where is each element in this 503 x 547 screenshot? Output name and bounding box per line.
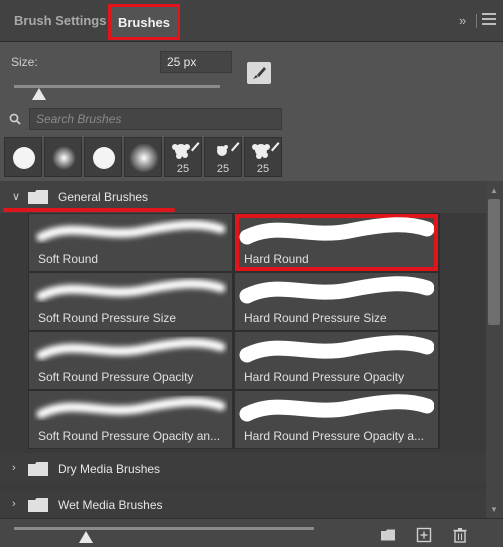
brush-stroke-preview [239,276,434,304]
tab-brush-settings[interactable]: Brush Settings [14,0,106,42]
recent-brush-preset[interactable] [84,137,122,177]
size-label: Size: [11,55,38,69]
brush-stroke-preview [239,335,434,363]
brush-tip-icon [13,147,35,169]
brush-stroke-preview [36,220,226,242]
preview-size-slider-track[interactable] [14,527,314,530]
folder-icon [28,498,48,512]
brush-tip-icon [93,147,115,169]
brush-preset-label: Hard Round Pressure Size [244,311,387,325]
size-slider-thumb[interactable] [31,88,46,100]
brush-preset-cell[interactable]: Hard Round Pressure Opacity [235,332,438,389]
panel-tab-bar: Brush Settings Brushes » [0,0,503,42]
brush-preset-label: Hard Round [244,252,309,266]
tab-brushes[interactable]: Brushes [108,4,180,40]
search-input[interactable]: Search Brushes [29,108,282,130]
brush-edit-button[interactable] [247,62,271,84]
panel-bottom-bar [0,518,503,547]
scroll-up-arrow-icon[interactable]: ▲ [490,186,498,195]
brush-size-label: 25 [256,163,270,175]
brush-preset-label: Soft Round [38,252,99,266]
brush-grid: Soft Round Hard Round Soft Round Pressure … [28,213,440,449]
brush-stroke-preview [36,397,226,419]
brush-preset-label: Soft Round Pressure Opacity an... [38,429,221,443]
recent-brush-preset[interactable]: 25 [244,137,282,177]
brush-preset-cell[interactable]: Hard Round [235,214,438,271]
group-row-dry-media-brushes[interactable]: › Dry Media Brushes [0,453,486,485]
brush-preset-label: Hard Round Pressure Opacity [244,370,405,384]
brush-preset-cell[interactable]: Soft Round [29,214,232,271]
scroll-down-arrow-icon[interactable]: ▼ [490,505,498,514]
group-label: General Brushes [58,190,149,204]
group-label: Dry Media Brushes [58,462,161,476]
recent-brush-preset[interactable] [4,137,42,177]
recent-brush-preset[interactable]: 25 [164,137,202,177]
brush-preset-label: Hard Round Pressure Opacity a... [244,429,425,443]
brush-preset-cell[interactable]: Soft Round Pressure Opacity an... [29,391,232,448]
search-icon [9,113,21,125]
recent-brush-preset[interactable] [124,137,162,177]
tab-separator [476,14,477,28]
chevron-right-icon[interactable]: › [12,462,16,474]
scrollbar-thumb[interactable] [488,199,500,325]
recent-brush-preset[interactable] [44,137,82,177]
group-row-general-brushes[interactable]: ∨ General Brushes [0,181,486,213]
brush-edit-icon [253,67,266,79]
brush-list: ∨ General Brushes Soft Round Hard Round So… [0,181,486,518]
brush-stroke-preview [36,338,226,360]
new-group-folder-icon[interactable] [380,527,396,543]
brush-tip-icon [129,143,159,173]
delete-trash-icon[interactable] [452,527,468,543]
brush-size-label: 25 [216,163,230,175]
highlight-underline [3,208,175,212]
collapse-panel-icon[interactable]: » [459,13,466,28]
brush-preset-cell[interactable]: Soft Round Pressure Size [29,273,232,330]
brush-preset-cell[interactable]: Soft Round Pressure Opacity [29,332,232,389]
brush-preset-label: Soft Round Pressure Size [38,311,177,325]
group-row-wet-media-brushes[interactable]: › Wet Media Brushes [0,489,486,518]
preview-size-slider-thumb[interactable] [79,531,93,543]
brush-preset-cell[interactable]: Hard Round Pressure Size [235,273,438,330]
folder-icon [28,190,48,204]
brush-stroke-preview [239,217,434,245]
brush-stroke-preview [239,394,434,422]
brush-preset-cell[interactable]: Hard Round Pressure Opacity a... [235,391,438,448]
new-brush-icon[interactable] [416,527,432,543]
brush-size-label: 25 [176,163,190,175]
brush-stroke-preview [36,279,226,301]
size-field[interactable]: 25 px [160,51,232,73]
folder-icon [28,462,48,476]
brushes-panel: Brush Settings Brushes » Size: 25 px Sea… [0,0,503,547]
chevron-right-icon[interactable]: › [12,498,16,510]
chevron-down-icon[interactable]: ∨ [12,190,20,203]
brush-preset-label: Soft Round Pressure Opacity [38,370,194,384]
brush-tip-icon [52,146,76,170]
recent-brush-preset[interactable]: 25 [204,137,242,177]
group-label: Wet Media Brushes [58,498,163,512]
hamburger-menu-icon[interactable] [482,13,496,27]
